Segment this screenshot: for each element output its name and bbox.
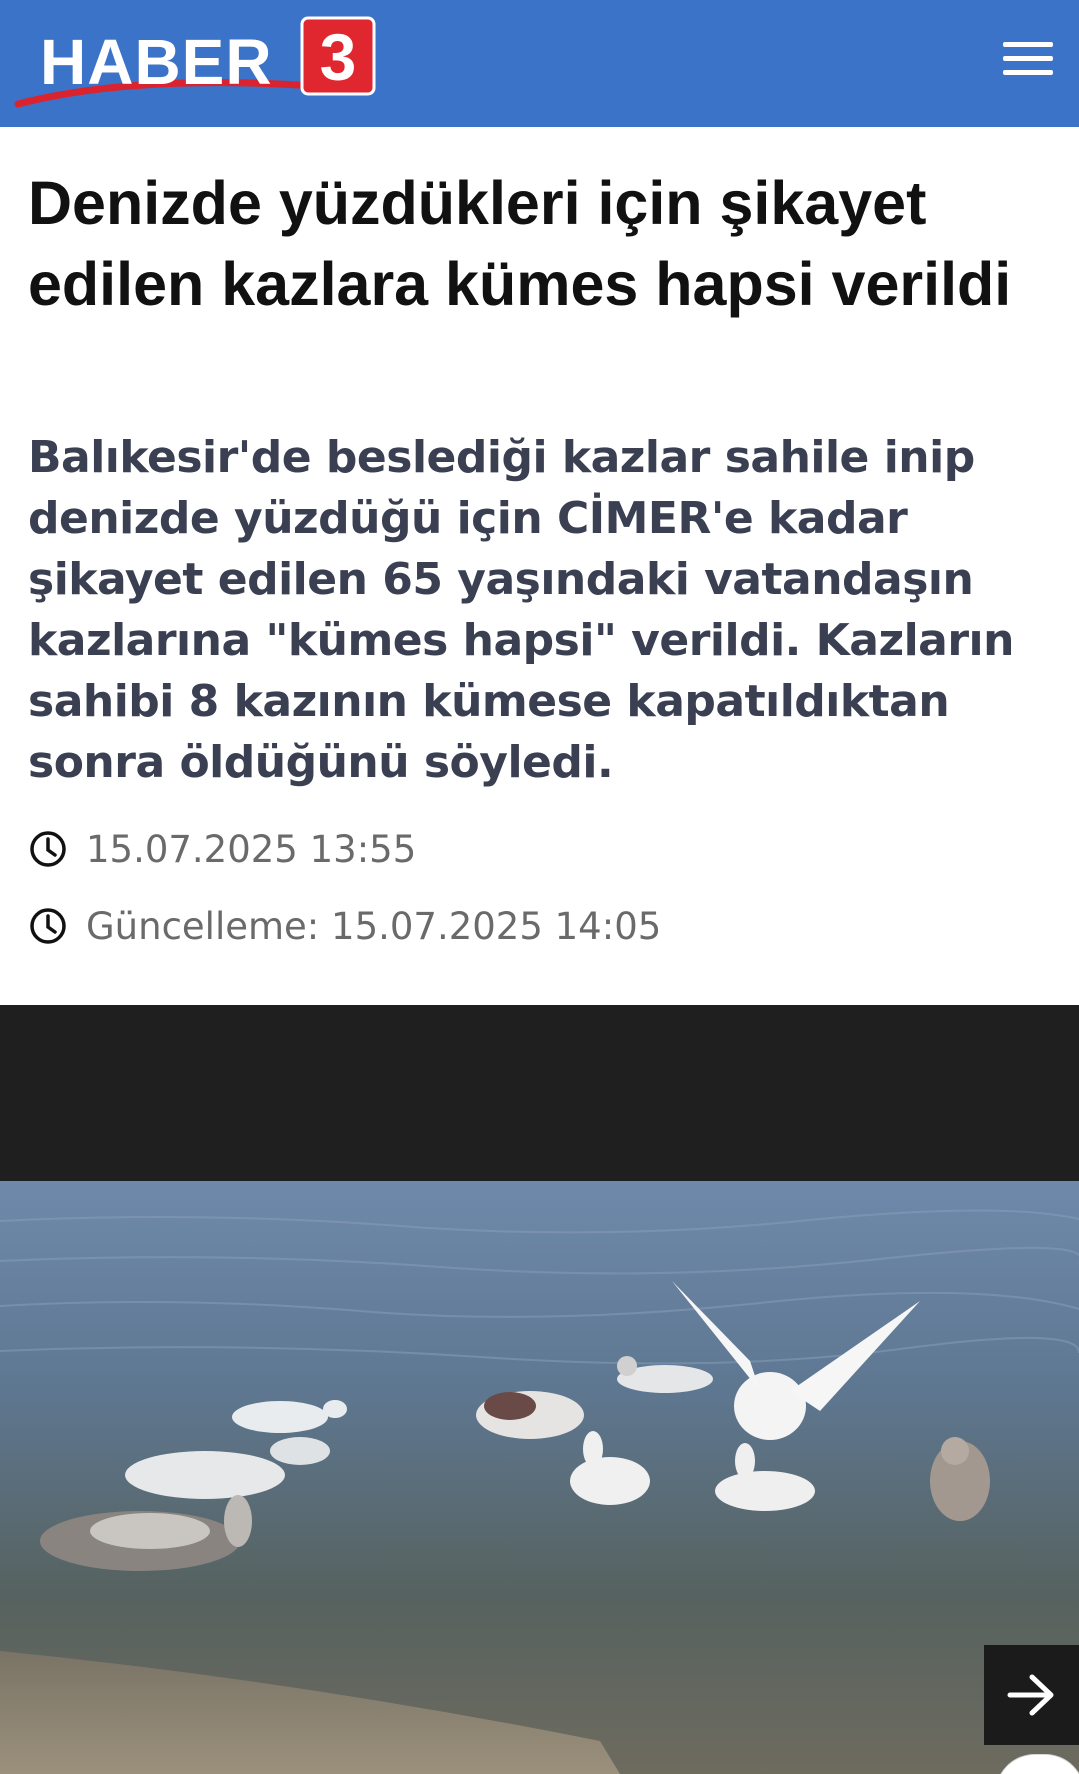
haber3-logo[interactable]: HABER 3 (14, 12, 386, 112)
arrow-right-glyph (1007, 1674, 1053, 1716)
updated-date-row: Güncelleme: 15.07.2025 14:05 (28, 904, 661, 948)
svg-text:3: 3 (320, 20, 357, 94)
clock-icon (30, 908, 66, 944)
geese-photo-illustration (0, 1181, 1079, 1774)
geese-photo[interactable] (0, 1181, 1079, 1774)
published-date: 15.07.2025 13:55 (86, 827, 417, 871)
hamburger-menu-icon[interactable] (1003, 42, 1057, 82)
article-headline: Denizde yüzdükleri için şikayet edilen k… (28, 169, 1012, 318)
article-media (0, 1005, 1079, 1774)
updated-date: Güncelleme: 15.07.2025 14:05 (86, 904, 662, 948)
published-date-row: 15.07.2025 13:55 (28, 827, 416, 871)
site-header: HABER 3 (0, 0, 1079, 127)
clock-icon (30, 831, 66, 867)
article-summary: Balıkesir'de beslediği kazlar sahile ini… (28, 432, 1014, 788)
arrow-right-icon[interactable] (984, 1645, 1079, 1745)
svg-text:HABER: HABER (40, 26, 273, 98)
media-top-bar (0, 1005, 1079, 1181)
